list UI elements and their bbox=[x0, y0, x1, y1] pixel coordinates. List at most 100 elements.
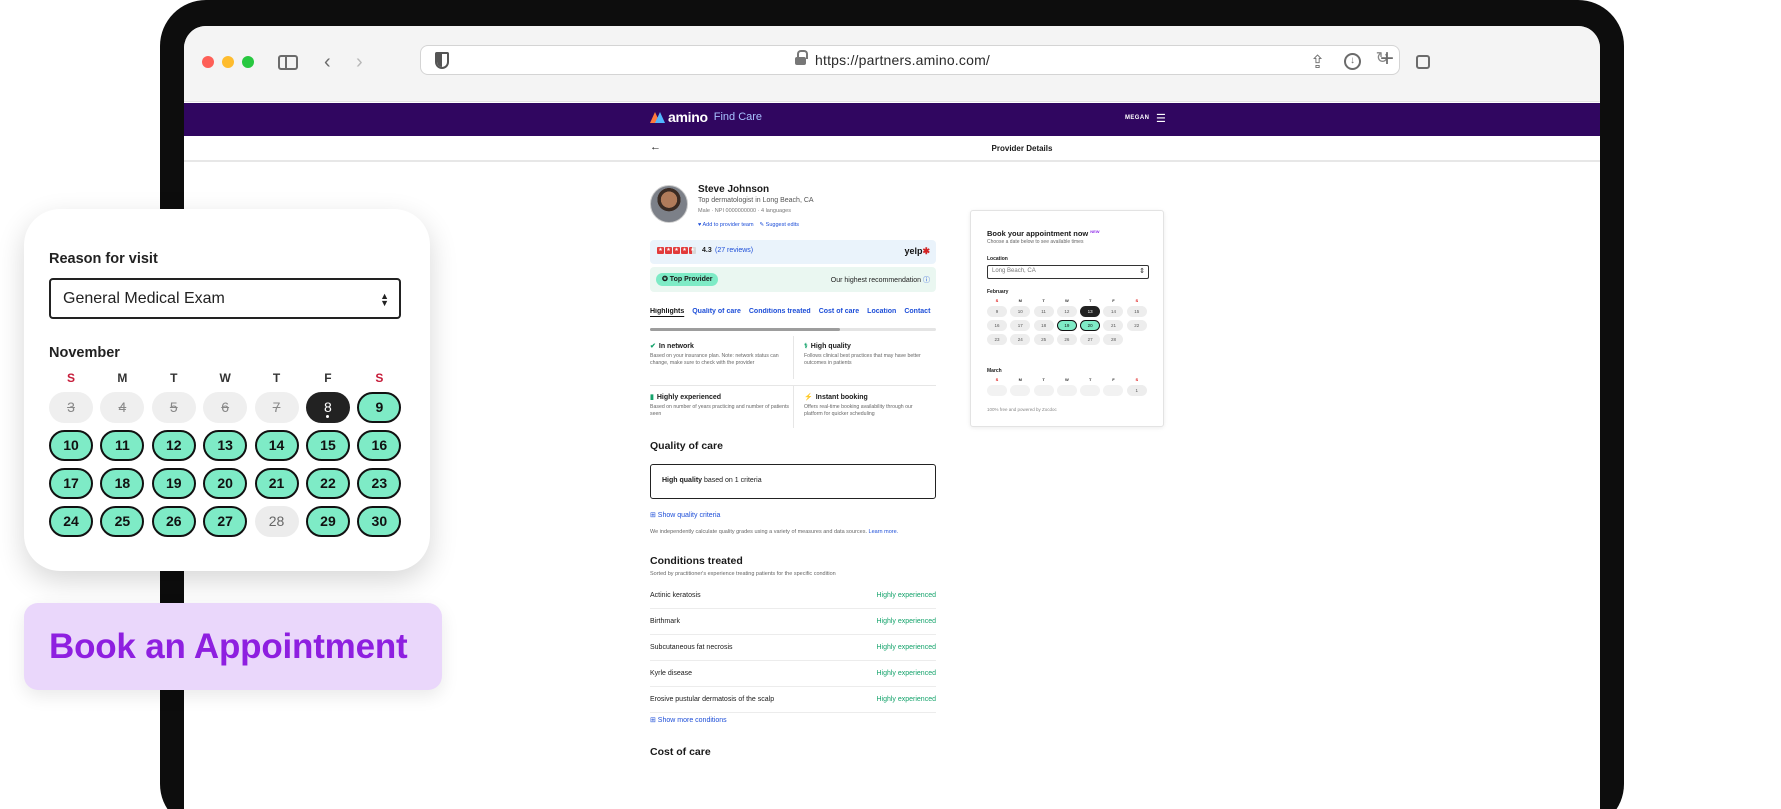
tab-overview-icon[interactable] bbox=[1416, 55, 1430, 69]
download-icon[interactable]: ↓ bbox=[1344, 53, 1361, 70]
sidebar-toggle-icon[interactable] bbox=[278, 55, 298, 70]
calendar-day[interactable]: 14 bbox=[254, 430, 299, 461]
reason-select[interactable]: General Medical Exam ▲ ▼ bbox=[49, 278, 401, 319]
calendar-day: 21 bbox=[1103, 320, 1124, 331]
forward-arrow-icon[interactable]: › bbox=[356, 48, 363, 76]
tabs-scrollbar[interactable] bbox=[650, 328, 936, 331]
calendar-day[interactable]: 12 bbox=[151, 430, 196, 461]
condition-level: Highly experienced bbox=[876, 670, 936, 677]
back-icon[interactable]: ← bbox=[650, 141, 661, 153]
highlight-title-text: Instant booking bbox=[815, 394, 868, 401]
url-text[interactable]: https://partners.amino.com/ bbox=[815, 52, 990, 68]
highlight-instant-booking: ⚡ Instant booking Offers real-time bookin… bbox=[793, 385, 936, 428]
tab-cost-of-care[interactable]: Cost of care bbox=[819, 308, 859, 322]
tab-location[interactable]: Location bbox=[867, 308, 896, 322]
location-select[interactable]: Long Beach, CA bbox=[987, 265, 1149, 279]
calendar-day: 27 bbox=[1080, 334, 1101, 345]
mini-day-of-week-label: T bbox=[1042, 377, 1045, 382]
calendar-day[interactable]: 23 bbox=[357, 468, 402, 499]
calendar-day[interactable]: 15 bbox=[305, 430, 350, 461]
share-icon[interactable]: ⇪ bbox=[1310, 48, 1325, 76]
calendar-day[interactable]: 24 bbox=[49, 506, 93, 537]
calendar-day: 10 bbox=[1010, 306, 1031, 317]
address-bar[interactable]: https://partners.amino.com/ ↻ bbox=[420, 45, 1400, 75]
mini-day-of-week-label: T bbox=[1042, 298, 1045, 303]
maximize-window-button[interactable] bbox=[242, 56, 254, 68]
tab-contact[interactable]: Contact bbox=[904, 308, 930, 322]
show-more-conditions-link[interactable]: ⊞ Show more conditions bbox=[650, 716, 727, 724]
hamburger-menu-icon[interactable]: ☰ bbox=[1156, 112, 1166, 125]
calendar-day[interactable]: 20 bbox=[203, 468, 248, 499]
amino-logo[interactable]: amino Find Care bbox=[650, 109, 762, 125]
tab-quality-of-care[interactable]: Quality of care bbox=[692, 308, 741, 322]
privacy-shield-icon[interactable] bbox=[435, 52, 449, 69]
suggest-edits-link[interactable]: ✎ Suggest edits bbox=[760, 222, 799, 228]
highlight-in-network: ✔ In network Based on your insurance plan… bbox=[650, 336, 793, 379]
fc-day-of-week-label: S bbox=[66, 371, 75, 385]
calendar-day[interactable]: 18 bbox=[100, 468, 145, 499]
highlight-title: ▮ Highly experienced bbox=[650, 393, 789, 401]
condition-row[interactable]: Erosive pustular dermatosis of the scalp… bbox=[650, 687, 936, 713]
calendar-day: 4 bbox=[100, 392, 145, 423]
mini-day-of-week-label: F bbox=[1112, 377, 1115, 382]
tab-conditions-treated[interactable]: Conditions treated bbox=[749, 308, 811, 322]
calendar-day[interactable]: 27 bbox=[203, 506, 248, 537]
star-icon: ★ bbox=[681, 247, 688, 254]
check-icon: ✔ bbox=[650, 343, 656, 350]
condition-row[interactable]: Birthmark Highly experienced bbox=[650, 609, 936, 635]
calendar-day[interactable]: 22 bbox=[305, 468, 350, 499]
add-to-team-link[interactable]: ♥ Add to provider team bbox=[698, 222, 754, 228]
calendar-day: 7 bbox=[254, 392, 299, 423]
star-icon: ★ bbox=[673, 247, 680, 254]
calendar-day[interactable]: 30 bbox=[357, 506, 402, 537]
tab-highlights[interactable]: Highlights bbox=[650, 308, 684, 322]
calendar-day[interactable]: 11 bbox=[100, 430, 145, 461]
tabs-scroll-thumb[interactable] bbox=[650, 328, 840, 331]
back-arrow-icon[interactable]: ‹ bbox=[324, 48, 331, 76]
calendar-day[interactable]: 26 bbox=[151, 506, 196, 537]
highlights-grid: ✔ In network Based on your insurance plan… bbox=[650, 336, 936, 428]
calendar-day[interactable]: 25 bbox=[100, 506, 145, 537]
calendar-day: 24 bbox=[1010, 334, 1031, 345]
condition-row[interactable]: Kyrle disease Highly experienced bbox=[650, 661, 936, 687]
calendar-day: 22 bbox=[1126, 320, 1147, 331]
logo-text: amino bbox=[668, 109, 708, 125]
star-icon: ★ bbox=[657, 247, 664, 254]
learn-more-link[interactable]: Learn more. bbox=[869, 529, 899, 535]
calendar-day[interactable]: 19 bbox=[151, 468, 196, 499]
calendar-day[interactable]: 20 bbox=[1080, 320, 1101, 331]
location-label: Location bbox=[987, 256, 1008, 262]
new-tab-icon[interactable]: + bbox=[1380, 45, 1394, 73]
calendar-day: 18 bbox=[1033, 320, 1054, 331]
quality-box: High quality based on 1 criteria bbox=[650, 464, 936, 499]
calendar-day[interactable]: 8 bbox=[305, 392, 350, 423]
calendar-day[interactable]: 10 bbox=[49, 430, 93, 461]
sub-header: ← Provider Details bbox=[184, 136, 1600, 162]
user-name[interactable]: MEGAN bbox=[1125, 115, 1149, 121]
quality-box-text: based on 1 criteria bbox=[702, 477, 762, 484]
book-appointment-button[interactable]: Book an Appointment bbox=[24, 603, 442, 690]
provider-links: ♥ Add to provider team ✎ Suggest edits bbox=[698, 222, 799, 228]
calendar-day[interactable]: 9 bbox=[357, 392, 402, 423]
condition-row[interactable]: Actinic keratosis Highly experienced bbox=[650, 583, 936, 609]
calendar-day[interactable]: 19 bbox=[1056, 320, 1077, 331]
condition-row[interactable]: Subcutaneous fat necrosis Highly experien… bbox=[650, 635, 936, 661]
minimize-window-button[interactable] bbox=[222, 56, 234, 68]
booking-title-text: Book your appointment now bbox=[987, 229, 1089, 238]
march-calendar: S M T W T F S 1 bbox=[987, 377, 1149, 396]
info-icon[interactable]: ⓘ bbox=[923, 277, 930, 284]
reviews-link[interactable]: (27 reviews) bbox=[715, 247, 753, 254]
calendar-day[interactable]: 17 bbox=[49, 468, 93, 499]
close-window-button[interactable] bbox=[202, 56, 214, 68]
calendar-day[interactable]: 13 bbox=[1080, 306, 1101, 317]
provider-name: Steve Johnson bbox=[698, 184, 770, 195]
calendar-day[interactable]: 29 bbox=[305, 506, 350, 537]
calendar-day[interactable]: 21 bbox=[254, 468, 299, 499]
calendar-day[interactable]: 16 bbox=[357, 430, 402, 461]
february-calendar: S M T W T F S 9 10 11 12 13 14 15 16 17 18 19 20 21 22 23 24 25… bbox=[987, 298, 1149, 345]
calendar-day[interactable]: 13 bbox=[203, 430, 248, 461]
calendar-day: 5 bbox=[151, 392, 196, 423]
highlight-desc: Offers real-time booking availability th… bbox=[804, 404, 913, 417]
show-quality-criteria-link[interactable]: ⊞ Show quality criteria bbox=[650, 511, 720, 519]
highlight-title-text: High quality bbox=[810, 343, 851, 350]
